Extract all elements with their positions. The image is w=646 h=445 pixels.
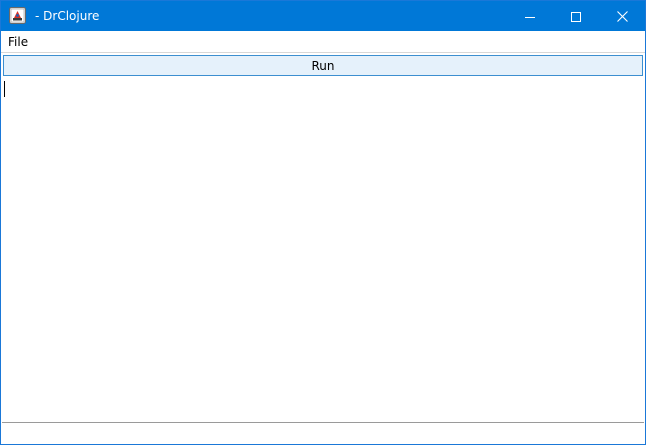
text-caret — [4, 81, 5, 97]
maximize-button[interactable] — [553, 1, 599, 31]
close-icon — [616, 7, 628, 26]
title-bar[interactable]: - DrClojure — [1, 1, 645, 31]
run-button[interactable]: Run — [3, 55, 643, 76]
close-button[interactable] — [599, 1, 645, 31]
window-title: - DrClojure — [35, 9, 100, 23]
maximize-icon — [571, 7, 581, 26]
minimize-icon — [525, 7, 535, 26]
java-app-icon[interactable] — [9, 7, 26, 24]
minimize-button[interactable] — [507, 1, 553, 31]
main-window: - DrClojure File Run — [0, 0, 646, 445]
menu-bar: File — [1, 31, 645, 52]
menu-divider — [1, 52, 645, 53]
repl-input[interactable] — [2, 422, 644, 444]
menu-file[interactable]: File — [7, 34, 29, 50]
code-editor[interactable] — [2, 78, 644, 421]
